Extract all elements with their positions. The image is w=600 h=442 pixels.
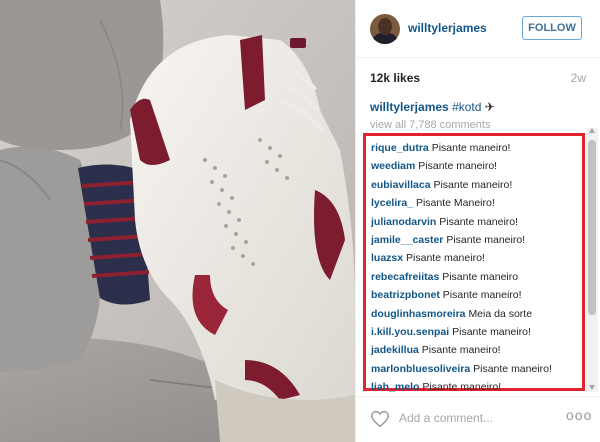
comment-item: rique_dutra Pisante maneiro! [371,139,582,157]
comment-username[interactable]: liah_melo [371,381,419,393]
comment-text: Pisante maneiro! [452,325,531,338]
comment-username[interactable]: julianodarvin [371,216,436,228]
comment-text: Pisante maneiro! [433,178,513,191]
post-header: willtylerjames FOLLOW [356,0,600,58]
comment-username[interactable]: rique_dutra [371,142,429,154]
comment-item: i.kill.you.senpai Pisante maneiro! [371,323,582,341]
comment-text: Pisante Maneiro! [415,197,495,210]
comment-text: Pisante maneiro! [439,215,519,228]
comment-footer: Add a comment... ooo [356,396,600,442]
heart-icon[interactable] [370,410,390,428]
comment-text: Pisante maneiro! [406,252,485,265]
comment-item: beatrizpbonet Pisante maneiro! [371,286,582,304]
comment-item: liah_melo Pisante maneiro! [371,378,582,396]
comment-username[interactable]: weediam [371,160,415,172]
comment-text: Meia da sorte [468,307,533,320]
caption-hashtag[interactable]: #kotd [452,100,481,114]
comment-text: Pisante maneiro! [418,160,498,173]
comment-item: jadekillua Pisante maneiro! [371,341,582,359]
comment-text: Pisante maneiro [442,270,519,283]
caption-username[interactable]: willtylerjames [370,100,449,114]
post-caption: willtylerjames #kotd ✈ [370,100,495,114]
comment-item: marlonbluesoliveira Pisante maneiro! [371,360,582,378]
comment-item: julianodarvin Pisante maneiro! [371,213,582,231]
comment-item: lycelira_ Pisante Maneiro! [371,194,582,212]
scrollbar-thumb[interactable] [588,140,596,315]
comment-item: jamile__caster Pisante maneiro! [371,231,582,249]
comment-username[interactable]: jamile__caster [371,234,443,246]
comment-text: Pisante maneiro! [442,289,522,302]
likes-row: 12k likes 2w [370,68,586,88]
comment-text: Pisante maneiro! [446,233,526,246]
comment-username[interactable]: jadekillua [371,344,419,356]
comment-list: rique_dutra Pisante maneiro! weediam Pis… [363,133,585,393]
avatar-face [378,18,392,35]
comment-item: eubiavillaca Pisante maneiro! [371,176,582,194]
follow-button[interactable]: FOLLOW [522,16,582,40]
scroll-up-arrow-icon[interactable] [589,128,595,133]
post-age[interactable]: 2w [571,71,586,85]
post-sidebar: willtylerjames FOLLOW 12k likes 2w willt… [355,0,600,442]
view-all-comments-link[interactable]: view all 7,788 comments [370,119,490,131]
airplane-icon: ✈ [484,100,495,114]
comment-text: Pisante maneiro! [431,142,511,154]
comment-username[interactable]: rebecafreiitas [371,271,439,283]
scroll-down-arrow-icon[interactable] [589,385,595,390]
comment-item: douglinhasmoreira Meia da sorte [371,305,582,323]
comment-text: Pisante maneiro! [422,381,502,394]
comment-username[interactable]: i.kill.you.senpai [371,326,449,338]
author-username[interactable]: willtylerjames [408,21,487,35]
comment-item: rebecafreiitas Pisante maneiro [371,268,582,286]
sneaker-photo [0,0,355,442]
comment-item: weediam Pisante maneiro! [371,157,582,175]
comment-text: Pisante maneiro! [421,344,501,357]
avatar[interactable] [370,14,400,44]
more-options-icon[interactable]: ooo [566,407,592,423]
likes-count[interactable]: 12k likes [370,71,420,85]
comment-username[interactable]: eubiavillaca [371,179,431,191]
post-photo[interactable] [0,0,355,442]
comment-username[interactable]: douglinhasmoreira [371,308,466,320]
comment-username[interactable]: marlonbluesoliveira [371,363,470,375]
add-comment-input[interactable]: Add a comment... [399,411,493,425]
comment-text: Pisante maneiro! [473,362,552,375]
comment-username[interactable]: beatrizpbonet [371,289,440,301]
comment-item: luazsx Pisante maneiro! [371,249,582,267]
comments-scrollbar[interactable] [586,128,598,392]
comment-username[interactable]: luazsx [371,252,403,264]
comment-username[interactable]: lycelira_ [371,197,413,209]
